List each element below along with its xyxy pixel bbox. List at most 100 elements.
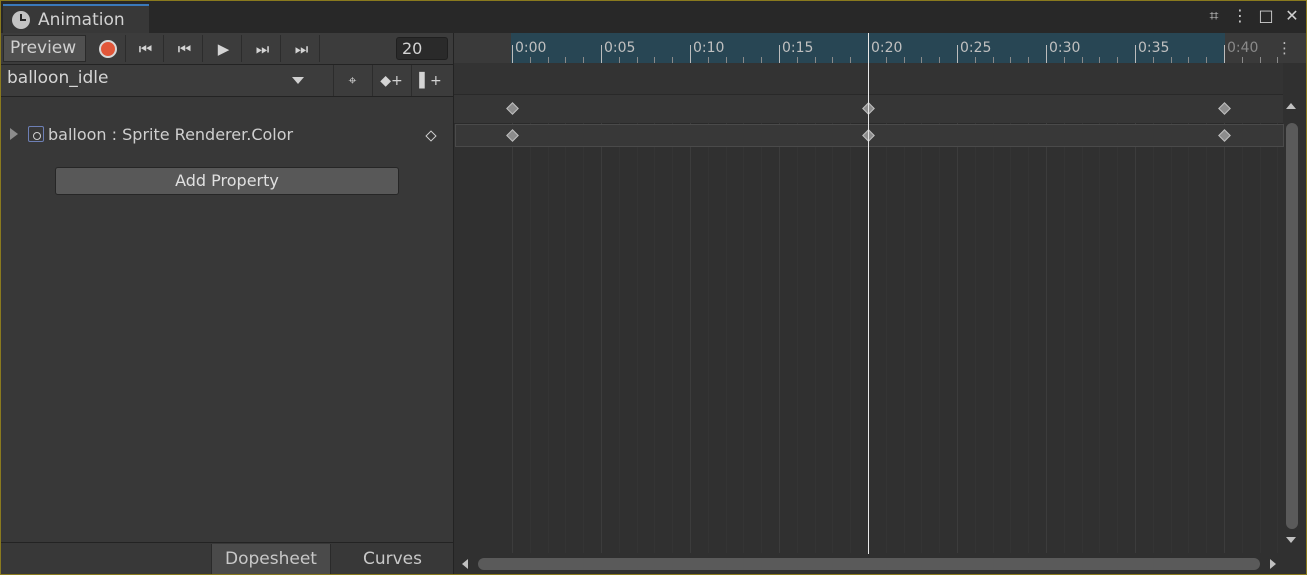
frame-field[interactable]: 20 (396, 37, 448, 60)
tab-title: Animation (38, 9, 125, 30)
playhead[interactable] (868, 33, 869, 554)
property-label: balloon : Sprite Renderer.Color (48, 125, 294, 144)
close-icon[interactable]: ✕ (1284, 7, 1300, 25)
play-button[interactable]: ▶ (206, 35, 242, 62)
ruler-time-label: 0:25 (960, 40, 992, 56)
scroll-left-icon[interactable] (462, 559, 468, 569)
preview-toggle[interactable]: Preview (3, 35, 86, 62)
grid-line (708, 123, 709, 553)
horizontal-scroll-thumb[interactable] (478, 558, 1260, 570)
add-keyframe-icon: ◆+ (380, 72, 403, 89)
scroll-down-icon[interactable] (1286, 537, 1296, 543)
grid-line (530, 123, 531, 553)
vertical-scrollbar[interactable] (1284, 95, 1298, 553)
grid-line (904, 123, 905, 553)
grid-line (993, 123, 994, 553)
tab-curves[interactable]: Curves (332, 544, 453, 574)
ruler-major-tick (690, 45, 691, 63)
ruler-major-tick (1135, 45, 1136, 63)
ruler-major-tick (1224, 45, 1225, 63)
sprite-renderer-icon (28, 126, 44, 142)
grid-line (1010, 123, 1011, 553)
grid-line (761, 123, 762, 553)
window-controls: ⌗ ⋮ □ ✕ (1206, 7, 1300, 25)
clip-dropdown[interactable]: balloon_idle (7, 68, 108, 88)
grid-line (619, 123, 620, 553)
maximize-icon[interactable]: □ (1258, 7, 1274, 25)
time-ruler[interactable]: ⋮ 0:00 0:05 0:10 0:15 0:20 0:25 0:30 0:35 0:40 (454, 33, 1306, 63)
add-keyframe-button[interactable]: ◆+ (372, 65, 410, 96)
tab-animation[interactable]: Animation (3, 4, 149, 33)
hierarchy-panel: Preview ⏮ ⏮ ▶ ⏭ ⏭ 20 balloon_idle ⌖ ◆+ ▌… (1, 33, 454, 574)
title-bar: Animation ⌗ ⋮ □ ✕ (1, 1, 1306, 33)
grid-line (832, 123, 833, 553)
filter-target-icon: ⌖ (348, 72, 357, 89)
first-keyframe-button[interactable]: ⏮ (128, 35, 164, 62)
scroll-right-icon[interactable] (1270, 559, 1276, 569)
grid-line (886, 123, 887, 553)
ruler-time-label: 0:15 (782, 40, 814, 56)
grid-line (1260, 123, 1261, 553)
grid-line (1242, 123, 1243, 553)
grid-line (1153, 123, 1154, 553)
horizontal-scrollbar[interactable] (454, 554, 1283, 574)
grid-line (1206, 123, 1207, 553)
ruler-major-tick (601, 45, 602, 63)
grid-line (1277, 123, 1278, 553)
scroll-up-icon[interactable] (1286, 103, 1296, 109)
grid-line (654, 123, 655, 553)
grid-line (690, 123, 691, 553)
grid-line (1099, 123, 1100, 553)
expand-arrow-icon[interactable] (10, 128, 18, 140)
next-keyframe-button[interactable]: ⏭ (245, 35, 281, 62)
grid-line (1082, 123, 1083, 553)
play-icon: ▶ (217, 39, 230, 58)
grid-line (1224, 123, 1225, 553)
grid-line (797, 123, 798, 553)
add-property-button[interactable]: Add Property (55, 167, 399, 195)
ruler-major-tick (779, 45, 780, 63)
step-forward-icon: ⏭ (255, 39, 270, 58)
grid-line (512, 123, 513, 553)
grid-line (939, 123, 940, 553)
ruler-menu-icon[interactable]: ⋮ (1277, 39, 1292, 57)
more-icon[interactable]: ⋮ (1232, 7, 1248, 25)
grid-line (1046, 123, 1047, 553)
skip-back-icon: ⏮ (138, 39, 153, 58)
last-keyframe-button[interactable]: ⏭ (284, 35, 320, 62)
grid-line (957, 123, 958, 553)
clip-toolbar: balloon_idle ⌖ ◆+ ▌+ (1, 65, 453, 97)
ruler-time-label: 0:10 (693, 40, 725, 56)
grid-line (601, 123, 602, 553)
grid-line (975, 123, 976, 553)
property-row[interactable]: balloon : Sprite Renderer.Color (1, 121, 453, 149)
grid-line (921, 123, 922, 553)
grid-line (1117, 123, 1118, 553)
filter-target-button[interactable]: ⌖ (333, 65, 371, 96)
prev-keyframe-button[interactable]: ⏮ (167, 35, 203, 62)
grid-line (548, 123, 549, 553)
record-button[interactable] (90, 35, 126, 62)
view-mode-tabs: Dopesheet Curves (1, 542, 453, 574)
ruler-time-label: 0:30 (1049, 40, 1081, 56)
ruler-time-label: 0:40 (1227, 40, 1259, 56)
grid-line (1064, 123, 1065, 553)
grid-line (815, 123, 816, 553)
grid-line (583, 123, 584, 553)
vertical-scroll-thumb[interactable] (1286, 123, 1298, 529)
ruler-time-label: 0:00 (515, 40, 547, 56)
ruler-time-label: 0:05 (604, 40, 636, 56)
grid-line (637, 123, 638, 553)
keyframe-toggle-icon[interactable] (425, 130, 437, 142)
grid-line (672, 123, 673, 553)
tab-dopesheet[interactable]: Dopesheet (211, 544, 331, 574)
ruler-major-tick (1046, 45, 1047, 63)
add-event-button[interactable]: ▌+ (411, 65, 449, 96)
ruler-time-label: 0:20 (871, 40, 903, 56)
animation-window: Animation ⌗ ⋮ □ ✕ Preview ⏮ ⏮ ▶ ⏭ ⏭ 20 b… (0, 0, 1307, 575)
grid-line (743, 123, 744, 553)
lock-icon[interactable]: ⌗ (1206, 7, 1222, 25)
grid-line (850, 123, 851, 553)
chevron-down-icon[interactable] (292, 77, 304, 84)
clock-icon (12, 10, 30, 29)
